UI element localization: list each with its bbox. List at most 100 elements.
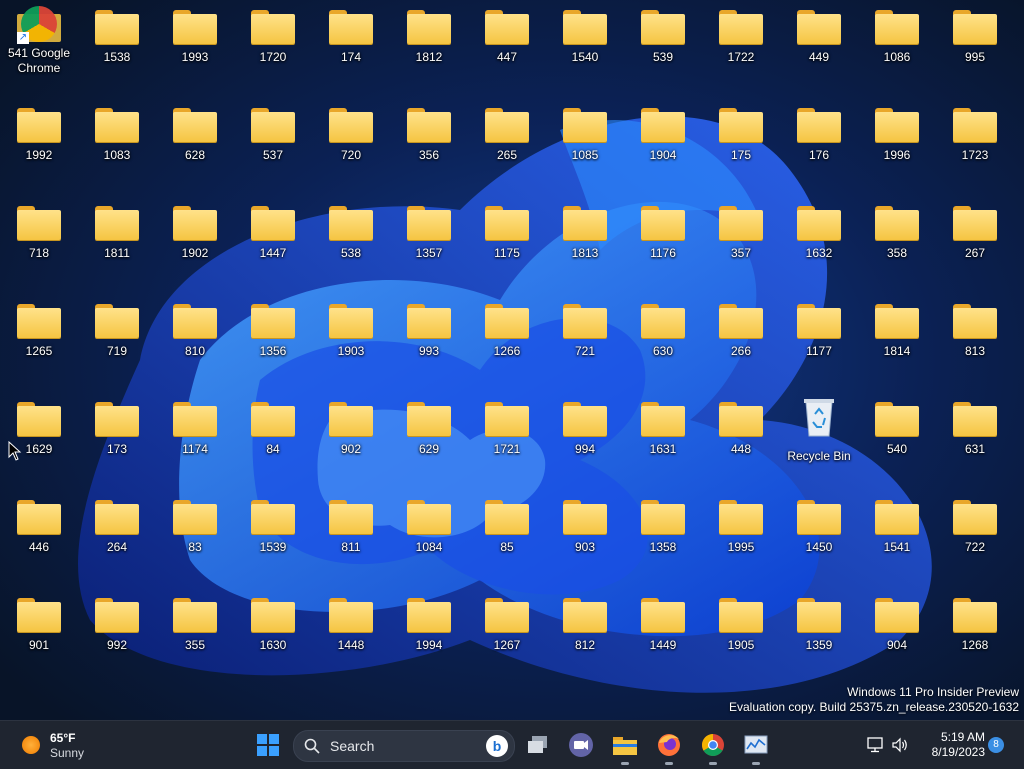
notification-badge[interactable]: 8 [988, 737, 1004, 753]
desktop-folder[interactable]: 1359 [780, 588, 858, 678]
desktop-folder[interactable]: 1177 [780, 294, 858, 384]
desktop-folder[interactable]: 174 [312, 0, 390, 90]
desktop-folder[interactable]: 537 [234, 98, 312, 188]
desktop-folder[interactable]: 1996 [858, 98, 936, 188]
desktop-folder[interactable]: 1266 [468, 294, 546, 384]
desktop-folder[interactable]: 718 [0, 196, 78, 286]
chrome-button[interactable] [695, 727, 731, 765]
desktop-folder[interactable]: 1904 [624, 98, 702, 188]
network-icon[interactable] [866, 735, 886, 755]
desktop-folder[interactable]: 903 [546, 490, 624, 580]
desktop-folder[interactable]: 449 [780, 0, 858, 90]
desktop-folder[interactable]: 446 [0, 490, 78, 580]
desktop-folder[interactable]: 1083 [78, 98, 156, 188]
desktop-folder[interactable]: 1814 [858, 294, 936, 384]
desktop-folder[interactable]: 356 [390, 98, 468, 188]
desktop-folder[interactable]: 720 [312, 98, 390, 188]
desktop-folder[interactable]: 1632 [780, 196, 858, 286]
desktop-folder[interactable]: 84 [234, 392, 312, 482]
desktop-folder[interactable]: 1811 [78, 196, 156, 286]
desktop-folder[interactable]: 1268 [936, 588, 1014, 678]
desktop-folder[interactable]: 1085 [546, 98, 624, 188]
desktop-folder[interactable]: 722 [936, 490, 1014, 580]
desktop-folder[interactable]: 1538 [78, 0, 156, 90]
desktop-folder[interactable]: 1992 [0, 98, 78, 188]
desktop-folder[interactable]: 358 [858, 196, 936, 286]
desktop-folder[interactable]: 1721 [468, 392, 546, 482]
desktop-folder[interactable]: 631 [936, 392, 1014, 482]
desktop-folder[interactable]: 1720 [234, 0, 312, 90]
desktop-folder[interactable]: 810 [156, 294, 234, 384]
desktop-folder[interactable]: 540 [858, 392, 936, 482]
desktop-folder[interactable]: 811 [312, 490, 390, 580]
desktop-folder[interactable]: 357 [702, 196, 780, 286]
system-clock[interactable]: 5:19 AM 8/19/2023 [895, 730, 985, 760]
meet-button[interactable] [563, 727, 599, 763]
desktop-folder[interactable]: 1629 [0, 392, 78, 482]
desktop-folder[interactable]: 1995 [702, 490, 780, 580]
desktop-folder[interactable]: 1631 [624, 392, 702, 482]
desktop-folder[interactable]: 813 [936, 294, 1014, 384]
start-button[interactable] [250, 727, 286, 763]
desktop-folder[interactable]: 1084 [390, 490, 468, 580]
desktop-folder[interactable]: 902 [312, 392, 390, 482]
desktop-folder[interactable]: 901 [0, 588, 78, 678]
desktop-folder[interactable]: 265 [468, 98, 546, 188]
desktop-folder[interactable]: 175 [702, 98, 780, 188]
desktop-folder[interactable]: 1539 [234, 490, 312, 580]
desktop-folder[interactable]: 1812 [390, 0, 468, 90]
taskbar-search-box[interactable]: Search b [293, 730, 515, 762]
desktop-folder[interactable]: 1905 [702, 588, 780, 678]
desktop-folder[interactable]: 1630 [234, 588, 312, 678]
desktop-icon-recycle-bin[interactable]: Recycle Bin [780, 392, 858, 482]
desktop-folder[interactable]: 1175 [468, 196, 546, 286]
file-explorer-button[interactable] [607, 727, 643, 765]
desktop-folder[interactable]: 629 [390, 392, 468, 482]
desktop-folder[interactable]: 1357 [390, 196, 468, 286]
desktop-folder[interactable]: 1994 [390, 588, 468, 678]
desktop-folder[interactable]: 1086 [858, 0, 936, 90]
weather-widget[interactable]: 65°F Sunny [20, 729, 140, 761]
desktop-folder[interactable]: 448 [702, 392, 780, 482]
desktop-folder[interactable]: 85 [468, 490, 546, 580]
desktop-folder[interactable]: 630 [624, 294, 702, 384]
desktop-folder[interactable]: 266 [702, 294, 780, 384]
desktop-folder[interactable]: 1267 [468, 588, 546, 678]
desktop-folder[interactable]: 995 [936, 0, 1014, 90]
desktop-folder[interactable]: 719 [78, 294, 156, 384]
desktop-folder[interactable]: 721 [546, 294, 624, 384]
desktop-folder[interactable]: 1541 [858, 490, 936, 580]
desktop-folder[interactable]: 994 [546, 392, 624, 482]
desktop-folder[interactable]: 1448 [312, 588, 390, 678]
desktop-folder[interactable]: 1450 [780, 490, 858, 580]
performance-monitor-button[interactable] [738, 727, 774, 765]
desktop-folder[interactable]: 1813 [546, 196, 624, 286]
desktop-folder[interactable]: 538 [312, 196, 390, 286]
firefox-button[interactable] [651, 727, 687, 765]
desktop-folder[interactable]: 812 [546, 588, 624, 678]
task-view-button[interactable] [520, 727, 556, 763]
bing-icon[interactable]: b [486, 735, 508, 757]
desktop-folder[interactable]: 1174 [156, 392, 234, 482]
desktop-folder[interactable]: 264 [78, 490, 156, 580]
desktop-folder[interactable]: 1265 [0, 294, 78, 384]
desktop-folder[interactable]: 1540 [546, 0, 624, 90]
desktop-folder[interactable]: 1449 [624, 588, 702, 678]
desktop-folder[interactable]: 1903 [312, 294, 390, 384]
desktop-folder[interactable]: 1447 [234, 196, 312, 286]
desktop-folder[interactable]: 539 [624, 0, 702, 90]
desktop-folder[interactable]: 992 [78, 588, 156, 678]
desktop-folder[interactable]: 1723 [936, 98, 1014, 188]
desktop-folder[interactable]: 1993 [156, 0, 234, 90]
desktop-shortcut-chrome[interactable]: ↗ 541 Google Chrome [0, 0, 78, 90]
desktop-folder[interactable]: 993 [390, 294, 468, 384]
desktop-folder[interactable]: 1902 [156, 196, 234, 286]
desktop-folder[interactable]: 83 [156, 490, 234, 580]
desktop-folder[interactable]: 1722 [702, 0, 780, 90]
desktop-folder[interactable]: 904 [858, 588, 936, 678]
desktop-folder[interactable]: 173 [78, 392, 156, 482]
desktop-folder[interactable]: 628 [156, 98, 234, 188]
desktop-folder[interactable]: 1356 [234, 294, 312, 384]
desktop-folder[interactable]: 176 [780, 98, 858, 188]
desktop-folder[interactable]: 1176 [624, 196, 702, 286]
